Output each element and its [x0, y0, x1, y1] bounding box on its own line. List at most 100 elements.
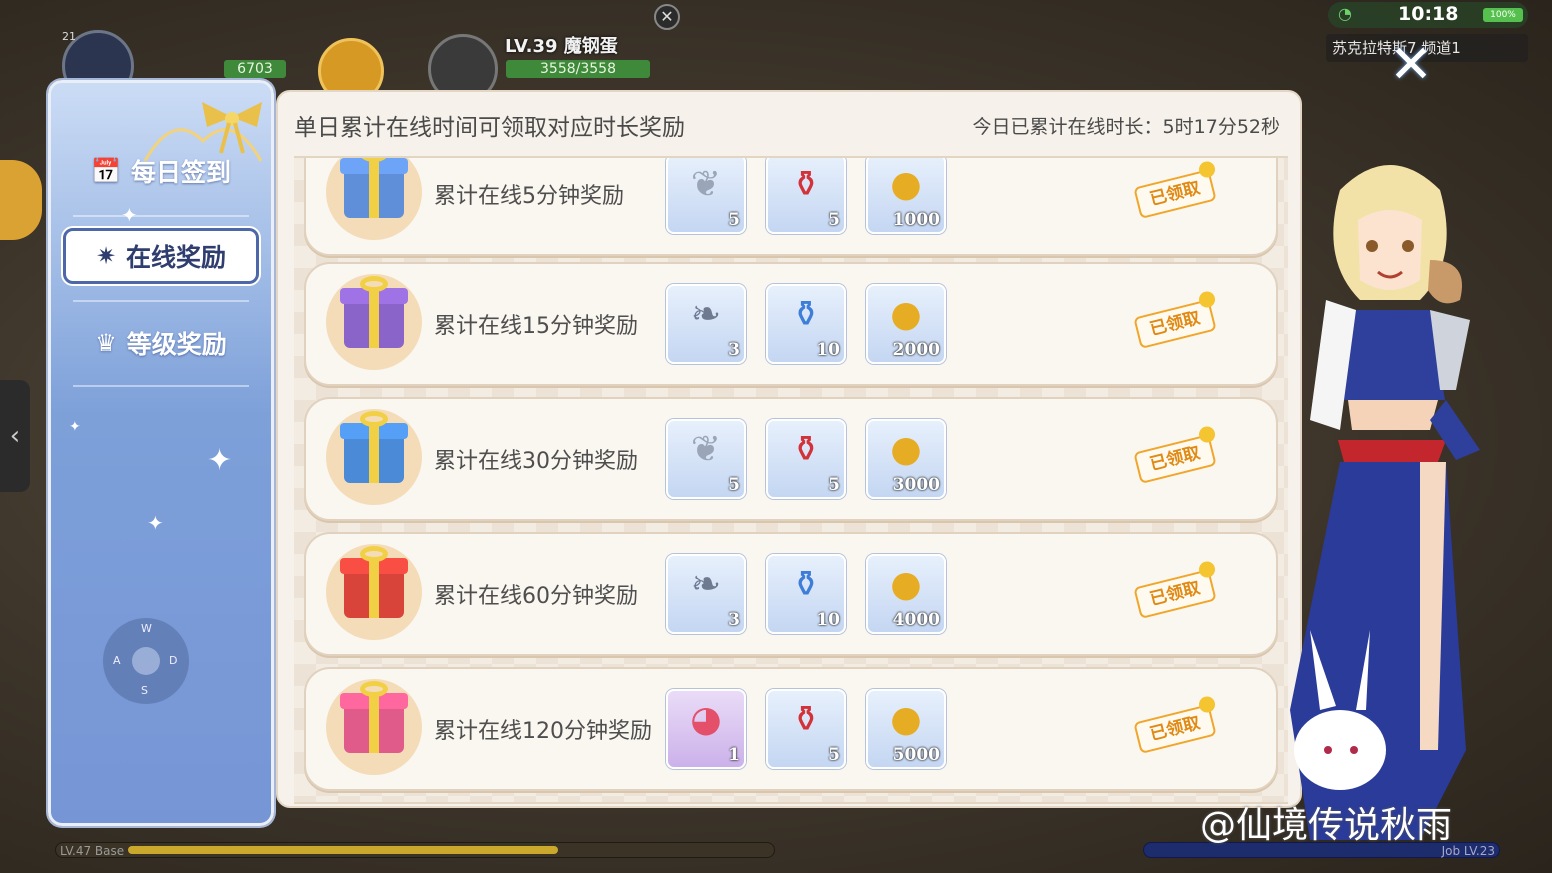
sparkle-decoration-icon: ✦ [147, 511, 164, 535]
reward-list[interactable]: 累计在线5分钟奖励 ❦ 5 ⚱ 5 ● 1000 已领取 累计在线15分钟奖励 ❧ 3 ⚱ 10 ● 200… [294, 156, 1288, 804]
tab-divider [73, 300, 249, 302]
joystick-key-a: A [113, 654, 121, 667]
reward-row: 累计在线5分钟奖励 ❦ 5 ⚱ 5 ● 1000 已领取 [304, 158, 1278, 256]
reward-row: 累计在线15分钟奖励 ❧ 3 ⚱ 10 ● 2000 已领取 [304, 262, 1278, 386]
item-count: 4000 [892, 610, 940, 630]
reward-item-slot[interactable]: ⚱ 10 [766, 284, 846, 364]
joystick-knob[interactable] [132, 647, 160, 675]
dismiss-target-icon[interactable]: ✕ [654, 4, 680, 30]
avatar-badge: 21 [62, 30, 76, 43]
gift-box-icon [326, 409, 422, 505]
claimed-stamp: 已领取 [1133, 694, 1217, 754]
battery-icon: 100% [1483, 8, 1523, 22]
item-count: 5000 [892, 745, 940, 765]
tab-divider [73, 215, 249, 217]
tab-label: 每日签到 [130, 158, 231, 187]
sparkle-decoration-icon: ✦ [207, 443, 233, 478]
reward-row: 累计在线30分钟奖励 ❦ 5 ⚱ 5 ● 3000 已领取 [304, 397, 1278, 521]
gift-box-icon [326, 158, 422, 240]
sparkle-decoration-icon: ✦ [121, 203, 138, 227]
item-count: 1000 [892, 210, 940, 230]
reward-row-label: 累计在线120分钟奖励 [434, 719, 652, 744]
reward-item-slot[interactable]: ● 5000 [866, 689, 946, 769]
reward-item-slot[interactable]: ❧ 3 [666, 554, 746, 634]
wifi-icon: ◔ [1338, 4, 1352, 23]
claimed-stamp-label: 已领取 [1147, 578, 1203, 610]
sparkle-icon: ✷ [95, 242, 117, 270]
tab-online-reward[interactable]: ✷ 在线奖励 [63, 228, 259, 284]
reward-item-slot[interactable]: ❦ 5 [666, 158, 746, 234]
blue-potion-icon: ⚱ [790, 564, 822, 605]
tab-label: 等级奖励 [126, 330, 227, 359]
claimed-stamp-label: 已领取 [1147, 178, 1203, 210]
reward-item-slot[interactable]: ⚱ 5 [766, 158, 846, 234]
exp-bar: 6703 [224, 60, 286, 78]
base-exp-label: LV.47 Base [60, 844, 125, 858]
panel-title: 单日累计在线时间可领取对应时长奖励 [294, 115, 685, 141]
item-count: 3 [728, 340, 740, 360]
reward-item-slot[interactable]: ● 3000 [866, 419, 946, 499]
joystick-key-d: D [169, 654, 178, 667]
item-count: 10 [816, 340, 840, 360]
side-bag-icon[interactable] [0, 160, 42, 240]
item-count: 5 [728, 475, 740, 495]
gift-box-icon [326, 679, 422, 775]
clock: 10:18 [1398, 3, 1459, 25]
claimed-stamp: 已领取 [1133, 159, 1217, 219]
item-count: 5 [828, 745, 840, 765]
side-expand-icon[interactable]: ‹ [0, 380, 30, 492]
reward-item-slot[interactable]: ◕ 1 [666, 689, 746, 769]
reward-row-label: 累计在线5分钟奖励 [434, 184, 624, 209]
stamp-dot-icon [1197, 559, 1217, 580]
red-potion-icon: ⚱ [790, 699, 822, 740]
tab-label: 在线奖励 [126, 243, 227, 272]
item-count: 5 [828, 210, 840, 230]
claimed-stamp-label: 已领取 [1147, 308, 1203, 340]
butterfly-wing-icon: ❦ [690, 164, 722, 205]
reward-item-slot[interactable]: ⚱ 5 [766, 689, 846, 769]
reward-item-slot[interactable]: ⚱ 5 [766, 419, 846, 499]
blue-potion-icon: ⚱ [790, 294, 822, 335]
gift-box-icon [326, 274, 422, 370]
red-potion-icon: ⚱ [790, 164, 822, 205]
tab-daily-checkin[interactable]: 📅 每日签到 [61, 143, 261, 199]
gold-coin-icon: ● [890, 699, 922, 740]
target-hp-bar: 3558/3558 [506, 60, 650, 78]
tab-level-reward[interactable]: ♛ 等级奖励 [61, 315, 261, 371]
reward-item-slot[interactable]: ❦ 5 [666, 419, 746, 499]
claimed-stamp-label: 已领取 [1147, 443, 1203, 475]
item-count: 3000 [892, 475, 940, 495]
item-count: 5 [828, 475, 840, 495]
reward-item-slot[interactable]: ❧ 3 [666, 284, 746, 364]
tab-divider [73, 385, 249, 387]
watermark: @仙境传说秋雨 [1200, 805, 1453, 846]
top-hud: 21 6703 LV.39 魔钢蛋 3558/3558 ✕ ◔ 10:18 10… [0, 0, 1552, 104]
stamp-dot-icon [1197, 694, 1217, 715]
reward-tab-panel: 📅 每日签到 ✷ 在线奖励 ♛ 等级奖励 ✦ ✦ ✦ ✦ W A S D [48, 80, 274, 826]
gold-coin-icon: ● [890, 564, 922, 605]
joystick-key-s: S [141, 684, 148, 697]
item-count: 10 [816, 610, 840, 630]
stamp-dot-icon [1197, 159, 1217, 180]
close-icon[interactable]: ✕ [1388, 39, 1434, 91]
joystick-key-w: W [141, 622, 152, 635]
reward-row-label: 累计在线30分钟奖励 [434, 449, 638, 474]
movement-joystick[interactable]: W A S D [103, 618, 189, 704]
poring-pet-icon: ◕ [690, 699, 722, 740]
item-count: 5 [728, 210, 740, 230]
reward-row: 累计在线120分钟奖励 ◕ 1 ⚱ 5 ● 5000 已领取 [304, 667, 1278, 791]
gold-coin-icon: ● [890, 294, 922, 335]
reward-item-slot[interactable]: ⚱ 10 [766, 554, 846, 634]
base-exp-fill [128, 846, 558, 854]
calendar-check-icon: 📅 [91, 157, 121, 185]
crown-icon: ♛ [95, 329, 117, 357]
panel-header: 单日累计在线时间可领取对应时长奖励 今日已累计在线时长：5时17分52秒 [278, 92, 1300, 154]
item-count: 1 [728, 745, 740, 765]
gold-coin-icon: ● [890, 429, 922, 470]
reward-item-slot[interactable]: ● 4000 [866, 554, 946, 634]
online-time-label: 今日已累计在线时长：5时17分52秒 [972, 116, 1280, 138]
fly-wing-icon: ❧ [690, 564, 722, 605]
claimed-stamp-label: 已领取 [1147, 713, 1203, 745]
reward-item-slot[interactable]: ● 2000 [866, 284, 946, 364]
reward-item-slot[interactable]: ● 1000 [866, 158, 946, 234]
